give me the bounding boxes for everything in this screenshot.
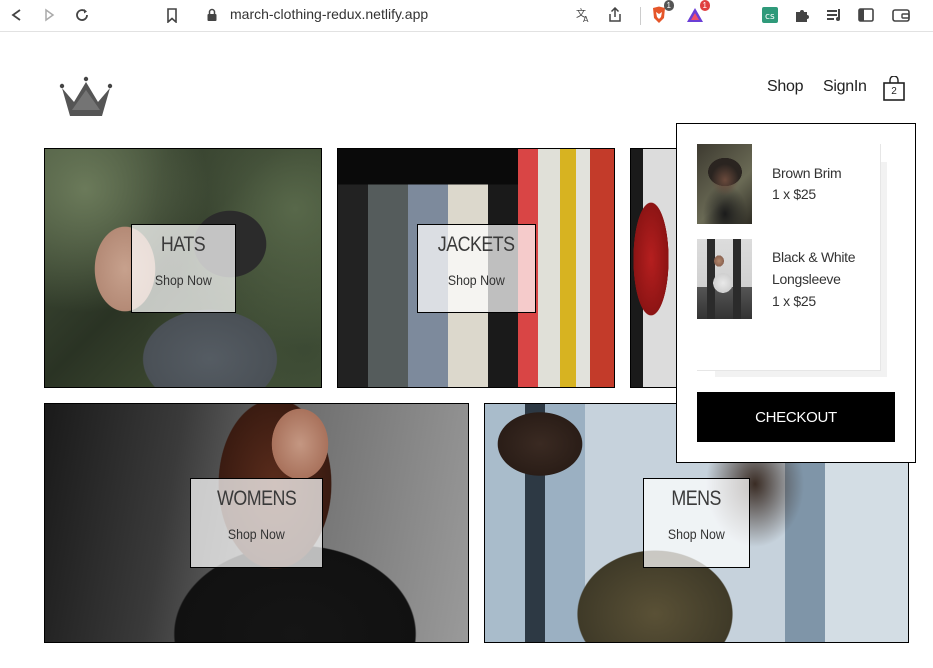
tile-shop-now: Shop Now bbox=[155, 272, 212, 288]
brave-shield-icon[interactable]: 1 bbox=[650, 0, 674, 26]
cart-count: 2 bbox=[891, 86, 897, 97]
bookmark-icon[interactable] bbox=[166, 4, 178, 26]
cart-item-name-line1: Black & White bbox=[772, 249, 856, 265]
tile-shop-now: Shop Now bbox=[228, 526, 285, 542]
tile-label-box: HATS Shop Now bbox=[131, 224, 236, 313]
cart-items-list[interactable]: Brown Brim 1 x $25 Black & White Longsle… bbox=[697, 144, 881, 371]
crown-logo[interactable] bbox=[58, 76, 114, 120]
cart-item: Black & White Longsleeve 1 x $25 bbox=[697, 239, 881, 319]
back-icon[interactable] bbox=[10, 4, 24, 26]
nav-signin-link[interactable]: SignIn bbox=[823, 78, 867, 96]
checkout-button[interactable]: CHECKOUT bbox=[697, 392, 895, 442]
browser-toolbar: march-clothing-redux.netlify.app 文A 1 1 … bbox=[0, 0, 933, 32]
url-field[interactable]: march-clothing-redux.netlify.app bbox=[230, 6, 428, 22]
tile-title: WOMENS bbox=[216, 487, 297, 510]
lock-icon bbox=[206, 4, 218, 26]
cart-item-quantity: 1 x $25 bbox=[772, 293, 816, 309]
playlist-icon[interactable] bbox=[826, 4, 842, 26]
cart-item-name-line2: Longsleeve bbox=[772, 271, 841, 287]
tile-label-box: MENS Shop Now bbox=[643, 478, 750, 568]
tile-shop-now: Shop Now bbox=[668, 526, 725, 542]
tile-shop-now: Shop Now bbox=[448, 272, 505, 288]
tile-title: HATS bbox=[161, 233, 206, 256]
share-icon[interactable] bbox=[608, 4, 622, 26]
cart-dropdown: Brown Brim 1 x $25 Black & White Longsle… bbox=[676, 123, 916, 463]
tile-title: JACKETS bbox=[438, 233, 515, 256]
rewards-badge: 1 bbox=[699, 0, 710, 11]
tile-label-box: WOMENS Shop Now bbox=[190, 478, 323, 568]
puzzle-icon[interactable] bbox=[794, 4, 810, 26]
tile-title: MENS bbox=[671, 487, 722, 510]
svg-text:cs: cs bbox=[765, 12, 775, 22]
brave-rewards-icon[interactable]: 1 bbox=[686, 0, 710, 26]
translate-icon[interactable]: 文A bbox=[575, 4, 591, 26]
cart-item-quantity: 1 x $25 bbox=[772, 186, 816, 202]
sidebar-icon[interactable] bbox=[858, 4, 874, 26]
wallet-icon[interactable] bbox=[892, 4, 910, 26]
cart-item: Brown Brim 1 x $25 bbox=[697, 144, 881, 224]
extension-icon[interactable]: cs bbox=[762, 4, 778, 26]
cart-item-image bbox=[697, 239, 752, 319]
cart-item-name: Brown Brim bbox=[772, 165, 842, 181]
category-tile-hats[interactable]: HATS Shop Now bbox=[44, 148, 322, 388]
reload-icon[interactable] bbox=[74, 4, 90, 26]
shopping-bag-icon[interactable]: 2 bbox=[882, 76, 906, 102]
category-tile-womens[interactable]: WOMENS Shop Now bbox=[44, 403, 469, 643]
forward-icon[interactable] bbox=[42, 4, 56, 26]
category-tile-jackets[interactable]: JACKETS Shop Now bbox=[337, 148, 615, 388]
svg-text:A: A bbox=[583, 15, 589, 23]
brave-badge: 1 bbox=[663, 0, 674, 11]
nav-shop-link[interactable]: Shop bbox=[767, 78, 803, 96]
toolbar-separator bbox=[640, 7, 641, 25]
cart-item-image bbox=[697, 144, 752, 224]
tile-label-box: JACKETS Shop Now bbox=[417, 224, 536, 313]
